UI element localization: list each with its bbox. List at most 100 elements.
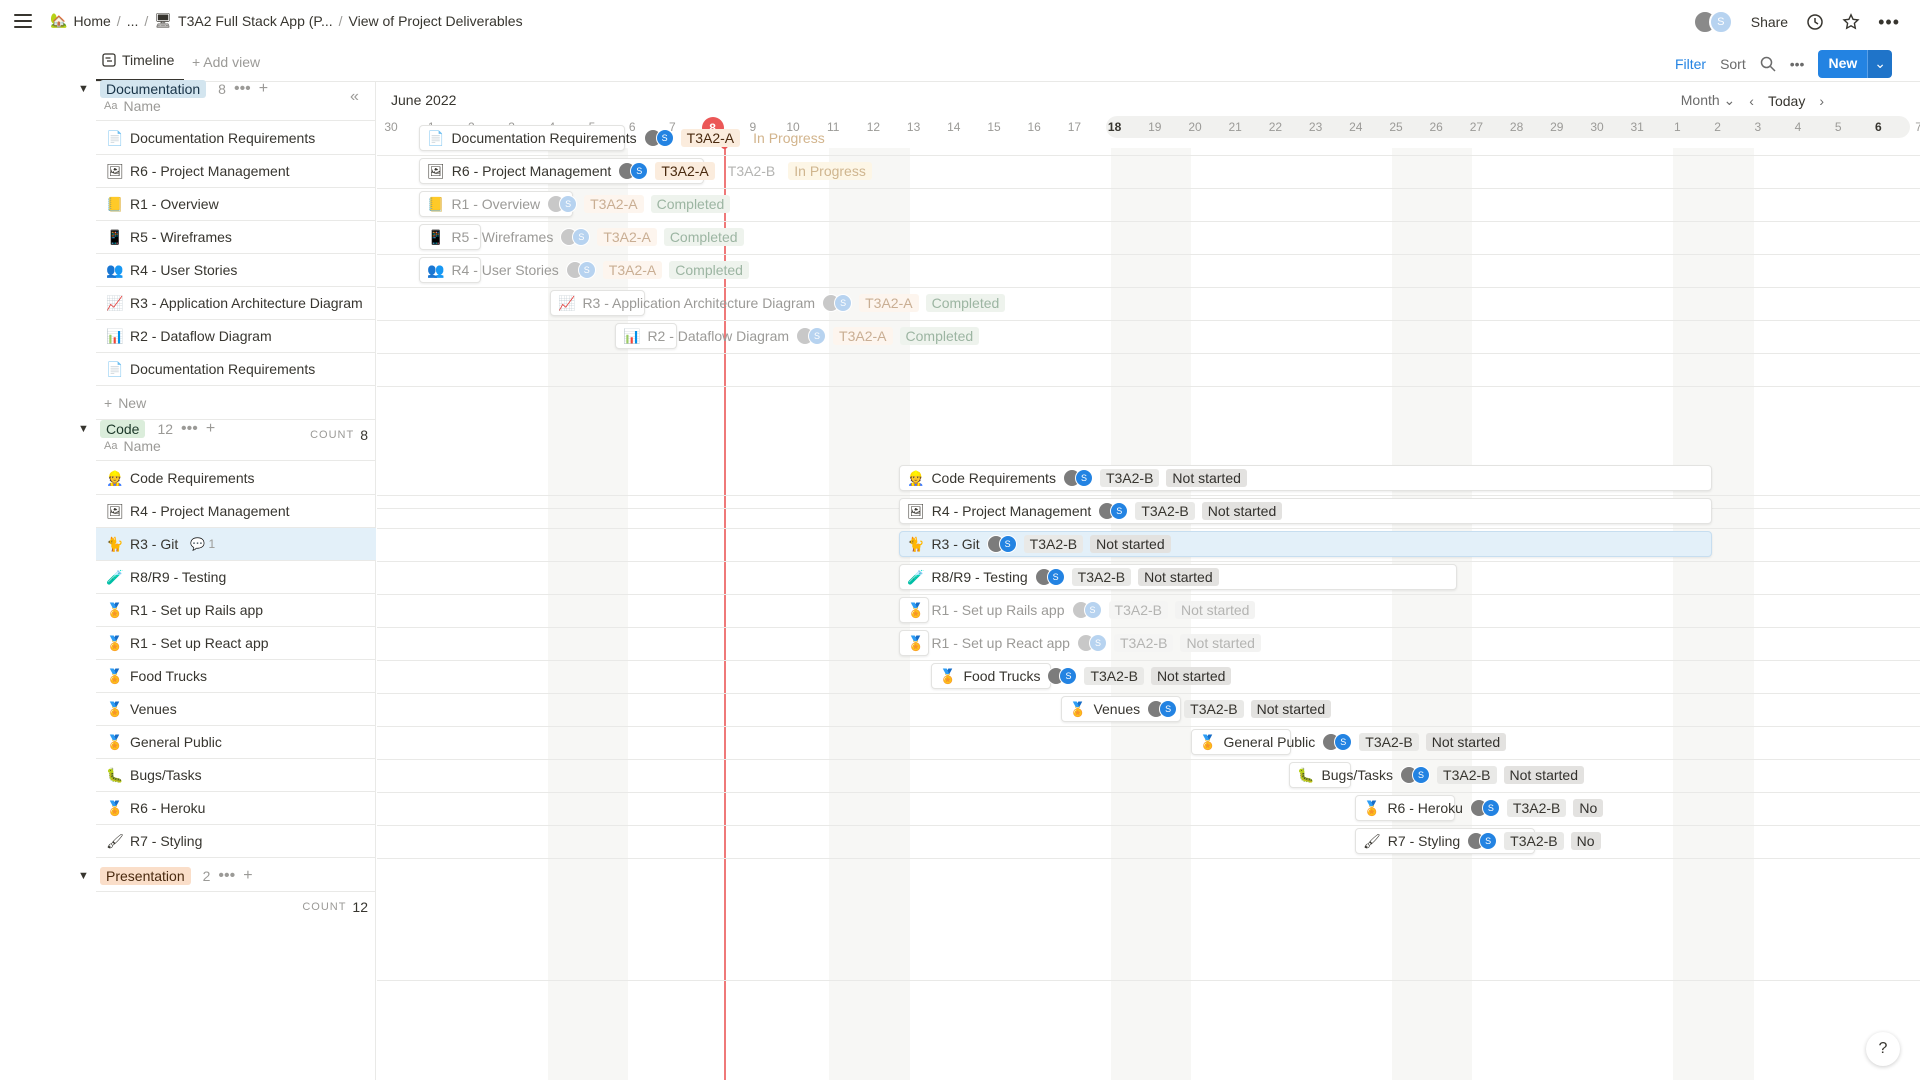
status-tag: Not started: [1090, 535, 1171, 553]
help-button[interactable]: ?: [1866, 1032, 1900, 1066]
breadcrumb-view[interactable]: View of Project Deliverables: [349, 13, 523, 29]
chevron-right-icon[interactable]: ›: [1819, 93, 1824, 109]
more-options-icon[interactable]: •••: [1790, 56, 1805, 72]
name-column-label: Name: [123, 437, 161, 454]
status-tag: In Progress: [788, 162, 872, 180]
star-icon[interactable]: [1842, 13, 1860, 31]
row-divider: [377, 693, 1920, 694]
timeline-month: June 2022: [391, 92, 457, 108]
table-row[interactable]: 📄 Documentation Requirements: [96, 122, 376, 155]
assignee-avatars: S: [1322, 733, 1353, 751]
day-label: 20: [1188, 120, 1202, 134]
table-row[interactable]: 📊 R2 - Dataflow Diagram: [96, 320, 376, 353]
team-tag: T3A2-A: [584, 195, 644, 213]
team-tag: T3A2-B: [1071, 568, 1132, 586]
group-count: 2: [202, 868, 211, 884]
day-label: 30: [384, 120, 398, 134]
team-tag: T3A2-B: [1108, 601, 1168, 619]
row-divider: [377, 858, 1920, 859]
new-button[interactable]: New ⌄: [1818, 50, 1892, 78]
row-name: Food Trucks: [130, 668, 208, 684]
row-name: R6 - Project Management: [130, 163, 290, 179]
more-icon[interactable]: •••: [218, 867, 235, 885]
breadcrumb-home[interactable]: 🏡 Home: [50, 12, 111, 29]
new-row-label: New: [118, 394, 147, 411]
row-name: R3 - Git: [130, 536, 179, 552]
caret-down-icon[interactable]: ▼: [78, 423, 92, 435]
avatar: S: [630, 162, 649, 180]
table-row[interactable]: 🏅 R6 - Heroku: [96, 792, 376, 825]
page-icon: 🏅: [106, 601, 124, 618]
table-row[interactable]: 🖼 R4 - Project Management: [96, 495, 376, 528]
row-divider: [377, 155, 1920, 156]
day-label: 1: [1674, 120, 1681, 134]
bar-title: Bugs/Tasks: [1321, 767, 1394, 783]
chevron-down-icon[interactable]: ⌄: [1867, 50, 1892, 78]
timeline-bar-label: 🐈 R3 - Git S T3A2-B Not started: [907, 531, 1171, 557]
assignee-avatars: S: [796, 327, 827, 345]
more-icon[interactable]: •••: [1878, 12, 1900, 33]
scale-selector[interactable]: Month ⌄: [1681, 92, 1736, 109]
page-icon: 🖌: [106, 832, 124, 849]
page-icon: 📊: [106, 327, 124, 344]
today-button[interactable]: Today: [1768, 93, 1805, 109]
page-icon: 🏅: [907, 634, 925, 651]
table-row[interactable]: 🏅 R1 - Set up Rails app: [96, 594, 376, 627]
add-view-button[interactable]: + Add view: [192, 54, 260, 70]
table-row[interactable]: 🏅 Food Trucks: [96, 660, 376, 693]
sort-button[interactable]: Sort: [1720, 56, 1746, 72]
breadcrumb-ellipsis[interactable]: ...: [127, 13, 139, 29]
table-row[interactable]: 🧪 R8/R9 - Testing: [96, 561, 376, 594]
table-row[interactable]: 🏅 R1 - Set up React app: [96, 627, 376, 660]
caret-down-icon[interactable]: ▼: [78, 83, 92, 95]
table-row[interactable]: 📒 R1 - Overview: [96, 188, 376, 221]
clock-icon[interactable]: [1806, 13, 1824, 31]
status-tag: Not started: [1180, 634, 1261, 652]
filter-button[interactable]: Filter: [1675, 56, 1706, 72]
table-row[interactable]: 🏅 General Public: [96, 726, 376, 759]
day-label: 25: [1389, 120, 1403, 134]
table-row[interactable]: 📈 R3 - Application Architecture Diagram: [96, 287, 376, 320]
team-tag: T3A2-A: [655, 162, 715, 180]
search-icon[interactable]: [1760, 56, 1776, 72]
row-divider: [377, 627, 1920, 628]
table-row[interactable]: 🐛 Bugs/Tasks: [96, 759, 376, 792]
page-icon: 🏅: [1069, 700, 1087, 717]
row-divider: [377, 528, 1920, 529]
breadcrumb-app[interactable]: 🖥 T3A2 Full Stack App (P...: [154, 12, 332, 29]
table-row[interactable]: 🖌 R7 - Styling: [96, 825, 376, 858]
status-tag: No: [1570, 832, 1601, 850]
page-icon: 🏅: [1363, 799, 1381, 816]
monitor-icon: 🖥: [154, 12, 173, 28]
day-label: 31: [1630, 120, 1644, 134]
page-icon: 📈: [106, 294, 124, 311]
breadcrumb-separator: /: [144, 12, 149, 29]
menu-icon[interactable]: [14, 12, 32, 30]
status-tag: Completed: [650, 195, 731, 213]
collaborators-avatars[interactable]: S: [1692, 10, 1733, 34]
tab-timeline[interactable]: Timeline: [102, 52, 174, 68]
assignee-avatars: S: [560, 228, 591, 246]
day-label: 18: [1107, 120, 1122, 134]
page-icon: 📒: [427, 195, 445, 212]
assignee-avatars: S: [1047, 667, 1078, 685]
page-icon: 📱: [106, 228, 124, 245]
table-row[interactable]: 🏅 Venues: [96, 693, 376, 726]
table-row[interactable]: 👥 R4 - User Stories: [96, 254, 376, 287]
team-tag: T3A2-B: [1023, 535, 1084, 553]
chevron-left-icon[interactable]: ‹: [1749, 93, 1754, 109]
bar-title: R4 - User Stories: [451, 262, 559, 278]
table-row[interactable]: 👷 Code Requirements: [96, 462, 376, 495]
share-button[interactable]: Share: [1751, 14, 1788, 30]
table-row[interactable]: 🖼 R6 - Project Management: [96, 155, 376, 188]
row-name: R2 - Dataflow Diagram: [130, 328, 272, 344]
row-name: R5 - Wireframes: [130, 229, 232, 245]
timeline-bar-label: 🖌 R7 - Styling S T3A2-B No: [1363, 828, 1601, 854]
table-row[interactable]: 📱 R5 - Wireframes: [96, 221, 376, 254]
day-label: 2: [1714, 120, 1721, 134]
add-icon[interactable]: +: [243, 867, 252, 885]
row-divider: [377, 561, 1920, 562]
table-row[interactable]: 📄 Documentation Requirements: [96, 353, 376, 386]
table-row[interactable]: 🐈 R3 - Git 💬 1: [96, 528, 376, 561]
caret-down-icon[interactable]: ▼: [78, 870, 92, 882]
